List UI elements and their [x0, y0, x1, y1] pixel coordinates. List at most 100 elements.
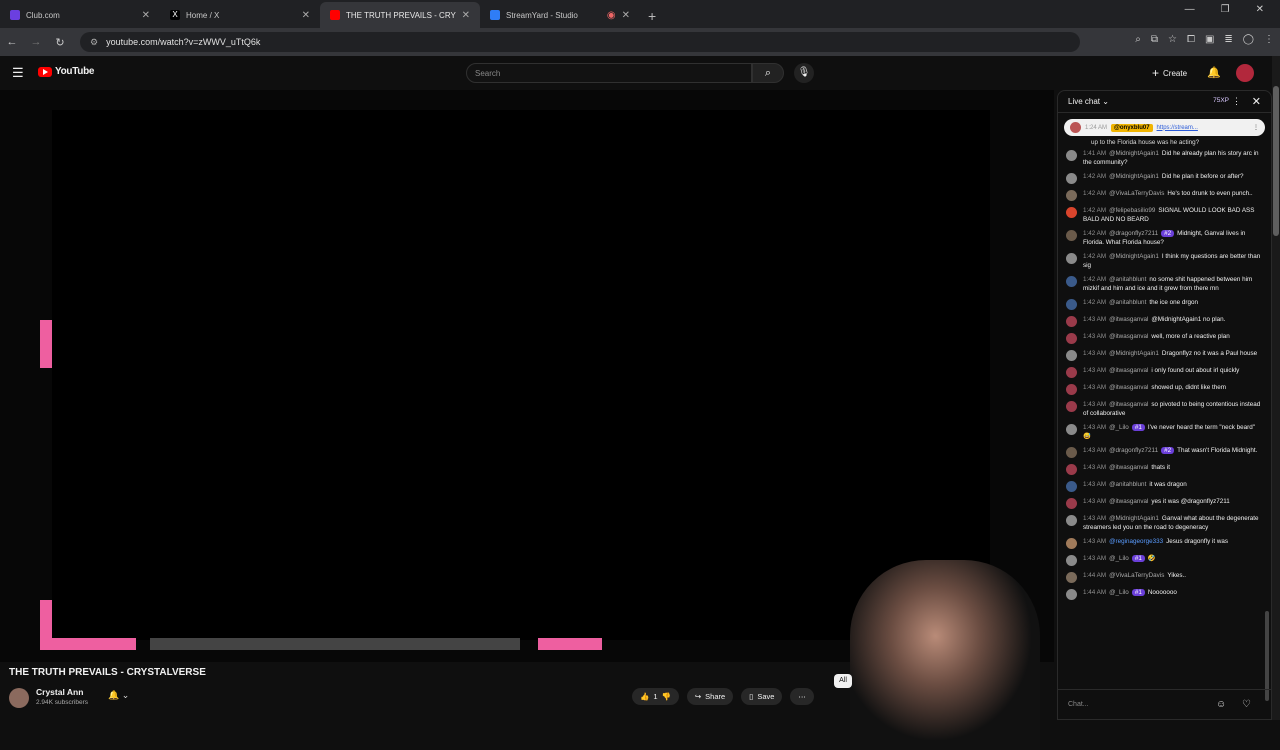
browser-menu-icon[interactable]: ⋮: [1264, 34, 1274, 45]
media-icon[interactable]: ≣: [1224, 34, 1232, 45]
bookmark-star-icon[interactable]: ☆: [1168, 34, 1177, 45]
close-tab-icon[interactable]: ✕: [622, 10, 630, 21]
message-time: 1:43 AM: [1083, 384, 1107, 391]
chat-scrollbar[interactable]: [1265, 611, 1269, 701]
pinned-link[interactable]: https://stream...: [1157, 125, 1198, 131]
heart-icon[interactable]: ♡: [1242, 699, 1251, 710]
zoom-icon[interactable]: ⌕: [1135, 34, 1141, 45]
tab-streamyard[interactable]: StreamYard - Studio ◉ ✕: [480, 2, 640, 28]
search-input[interactable]: Search: [466, 63, 752, 83]
avatar: [1066, 367, 1077, 378]
tab-youtube-video[interactable]: THE TRUTH PREVAILS - CRYSTA ✕: [320, 2, 480, 28]
message-body: 1:42 AM @dragonflyz7211 #2 Midnight, Ganval…: [1083, 229, 1261, 247]
chat-mode-dropdown[interactable]: Live chat ⌄: [1068, 97, 1109, 106]
chat-more-icon[interactable]: ⋮: [1232, 96, 1241, 107]
avatar: [1066, 150, 1077, 161]
forward-icon[interactable]: →: [24, 36, 48, 48]
create-button[interactable]: + Create: [1152, 64, 1187, 82]
new-tab-icon[interactable]: +: [648, 8, 656, 24]
message-author[interactable]: @itwasganval: [1109, 367, 1148, 374]
video-player[interactable]: [0, 90, 1054, 750]
hamburger-menu-icon[interactable]: ☰: [12, 65, 24, 81]
close-window-icon[interactable]: ✕: [1256, 4, 1264, 15]
message-author[interactable]: @anitahblunt: [1109, 299, 1146, 306]
sidepanel-icon[interactable]: ▣: [1205, 34, 1214, 45]
close-tab-icon[interactable]: ✕: [142, 10, 150, 21]
message-author[interactable]: @MidnightAgain1: [1109, 173, 1159, 180]
message-author[interactable]: @_Lilo: [1109, 589, 1129, 596]
chat-message: 1:42 AM @anitahblunt the ice one drgon: [1066, 298, 1261, 310]
pinned-more-icon[interactable]: ⋮: [1253, 124, 1259, 131]
browser-toolbar: ⌕ ⧉ ☆ ⧠ ▣ ≣ ◯ ⋮: [1135, 34, 1274, 45]
filter-chip-all[interactable]: All: [834, 674, 852, 688]
message-author[interactable]: @itwasganval: [1109, 464, 1148, 471]
message-author[interactable]: @felipebasilio99: [1109, 207, 1155, 214]
message-time: 1:43 AM: [1083, 464, 1107, 471]
message-time: 1:43 AM: [1083, 333, 1107, 340]
message-author[interactable]: @MidnightAgain1: [1109, 150, 1159, 157]
subscribe-bell-icon[interactable]: 🔔 ⌄: [108, 690, 129, 701]
thumbs-up-icon[interactable]: 👍: [640, 692, 649, 701]
scrollbar-thumb[interactable]: [1273, 86, 1279, 236]
emoji-icon[interactable]: ☺: [1216, 699, 1226, 710]
message-author[interactable]: @VivaLaTerryDavis: [1109, 572, 1164, 579]
message-author[interactable]: @dragonflyz7211: [1109, 230, 1158, 237]
avatar: [1066, 572, 1077, 583]
extensions-icon[interactable]: ⧠: [1187, 34, 1195, 45]
message-text: He's too drunk to even punch..: [1167, 190, 1253, 197]
url-field[interactable]: ⚙ youtube.com/watch?v=zWWV_uTtQ6k: [80, 32, 1080, 52]
webcam-overlay: [850, 560, 1040, 750]
youtube-logo[interactable]: YouTube: [38, 66, 95, 77]
message-body: 1:44 AM @VivaLaTerryDavis Yikes..: [1083, 571, 1186, 583]
chat-input[interactable]: Chat...: [1068, 701, 1089, 708]
message-author[interactable]: @itwasganval: [1109, 333, 1148, 340]
channel-name[interactable]: Crystal Ann: [36, 687, 83, 697]
message-author[interactable]: @MidnightAgain1: [1109, 515, 1159, 522]
message-author[interactable]: @reginageorge333: [1109, 538, 1163, 545]
message-body: 1:43 AM @itwasganval yes it was @dragonfly…: [1083, 497, 1230, 509]
message-author[interactable]: @itwasganval: [1109, 384, 1148, 391]
message-author[interactable]: @_Lilo: [1109, 555, 1129, 562]
message-author[interactable]: @itwasganval: [1109, 316, 1148, 323]
close-tab-icon[interactable]: ✕: [302, 10, 310, 21]
message-author[interactable]: @VivaLaTerryDavis: [1109, 190, 1164, 197]
avatar: [1066, 350, 1077, 361]
message-author[interactable]: @MidnightAgain1: [1109, 253, 1159, 260]
channel-avatar[interactable]: [9, 688, 29, 708]
message-author[interactable]: @itwasganval: [1109, 401, 1148, 408]
thumbs-down-icon[interactable]: 👎: [662, 692, 671, 701]
close-tab-icon[interactable]: ✕: [462, 10, 470, 21]
tab-title: Home / X: [186, 10, 220, 20]
close-chat-icon[interactable]: ✕: [1252, 95, 1261, 108]
more-actions-button[interactable]: ⋯: [790, 688, 814, 705]
page-scrollbar[interactable]: [1272, 56, 1280, 720]
notifications-bell-icon[interactable]: 🔔: [1207, 66, 1221, 79]
message-time: 1:43 AM: [1083, 538, 1107, 545]
save-button[interactable]: ▯ Save: [741, 688, 783, 705]
minimize-icon[interactable]: —: [1185, 4, 1195, 15]
maximize-icon[interactable]: ❐: [1221, 4, 1230, 15]
message-author[interactable]: @MidnightAgain1: [1109, 350, 1159, 357]
pinned-message[interactable]: 1:24 AM @onyxblu07 https://stream... ⋮: [1064, 119, 1265, 136]
back-icon[interactable]: ←: [0, 36, 24, 48]
install-icon[interactable]: ⧉: [1151, 34, 1158, 45]
chat-message: 1:43 AM @reginageorge333 Jesus dragonfly i…: [1066, 537, 1261, 549]
message-author[interactable]: @anitahblunt: [1109, 276, 1146, 283]
message-text: Jesus dragonfly it was: [1166, 538, 1229, 545]
message-author[interactable]: @dragonflyz7211: [1109, 447, 1158, 454]
message-author[interactable]: @itwasganval: [1109, 498, 1148, 505]
site-info-icon[interactable]: ⚙: [90, 37, 98, 48]
tab-x-home[interactable]: X Home / X ✕: [160, 2, 320, 28]
search-button[interactable]: ⌕: [752, 63, 784, 83]
message-time: 1:43 AM: [1083, 424, 1107, 431]
video-frame[interactable]: [52, 110, 990, 640]
tab-club[interactable]: Club.com ✕: [0, 2, 160, 28]
account-avatar[interactable]: [1236, 64, 1254, 82]
member-badge: #2: [1161, 230, 1175, 237]
voice-search-button[interactable]: 🎙: [794, 63, 814, 83]
reload-icon[interactable]: ↻: [48, 36, 72, 49]
message-author[interactable]: @_Lilo: [1109, 424, 1129, 431]
profile-icon[interactable]: ◯: [1243, 34, 1254, 45]
message-author[interactable]: @anitahblunt: [1109, 481, 1146, 488]
share-button[interactable]: ↪ Share: [686, 688, 734, 705]
